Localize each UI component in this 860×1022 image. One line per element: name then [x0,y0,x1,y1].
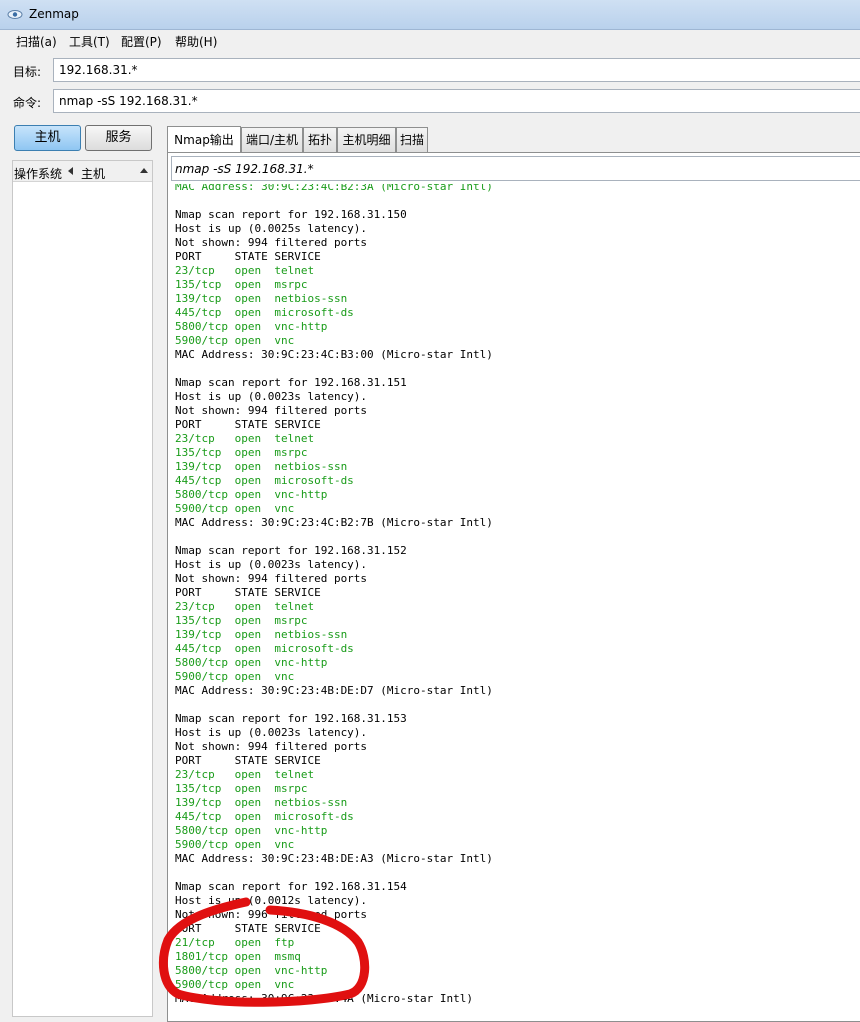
port-line: 445/tcp open microsoft-ds [175,474,354,487]
report-line: Nmap scan report for 192.168.31.150 [175,208,407,221]
port-line: 5800/tcp open vnc-http [175,824,328,837]
port-line: 445/tcp open microsoft-ds [175,306,354,319]
mac-line: MAC Address: 30:9C:23:4C:B2:7B (Micro-st… [175,516,493,529]
port-header-line: PORT STATE SERVICE [175,754,321,767]
column-resize-left-icon [68,167,73,175]
mac-line: MAC Address: 30:9C:23:4B:DE:A3 (Micro-st… [175,852,493,865]
output-line-top: MAC Address: 30:9C:23:4C:B2:3A (Micro-st… [175,184,493,193]
not-shown-line: Not shown: 994 filtered ports [175,404,368,417]
menu-help[interactable]: 帮助(H) [173,33,219,50]
report-line: Nmap scan report for 192.168.31.152 [175,544,407,557]
port-line: 135/tcp open msrpc [175,782,308,795]
command-row: 命令: nmap -sS 192.168.31.* [0,86,860,116]
tab-nmap-output[interactable]: Nmap输出 [167,126,241,153]
port-line: 5800/tcp open vnc-http [175,964,328,977]
tab-scans[interactable]: 扫描 [396,127,428,153]
port-line: 445/tcp open microsoft-ds [175,810,354,823]
host-up-line: Host is up (0.0023s latency). [175,558,368,571]
host-up-line: Host is up (0.0025s latency). [175,222,368,235]
port-line: 5800/tcp open vnc-http [175,320,328,333]
sort-ascending-icon [140,168,148,173]
port-line: 445/tcp open microsoft-ds [175,642,354,655]
not-shown-line: Not shown: 994 filtered ports [175,236,368,249]
port-header-line: PORT STATE SERVICE [175,586,321,599]
report-line: Nmap scan report for 192.168.31.154 [175,880,407,893]
not-shown-line: Not shown: 994 filtered ports [175,572,368,585]
port-line: 139/tcp open netbios-ssn [175,460,348,473]
target-input[interactable]: 192.168.31.* [53,58,860,82]
port-line: 139/tcp open netbios-ssn [175,796,348,809]
mac-line: MAC Address: 30:9C:23:4C:B3:00 (Micro-st… [175,348,493,361]
not-shown-line: Not shown: 994 filtered ports [175,740,368,753]
port-line: 5900/tcp open vnc [175,838,295,851]
host-up-line: Host is up (0.0023s latency). [175,726,368,739]
port-header-line: PORT STATE SERVICE [175,418,321,431]
port-line: 23/tcp open telnet [175,432,315,445]
window-title: Zenmap [29,7,79,21]
port-line: 21/tcp open ftp [175,936,295,949]
tab-topology[interactable]: 拓扑 [303,127,337,153]
report-line: Nmap scan report for 192.168.31.153 [175,712,407,725]
output-command-selector[interactable]: nmap -sS 192.168.31.* [171,156,860,181]
nmap-output-text[interactable]: MAC Address: 30:9C:23:4C:B2:3A (Micro-st… [175,184,860,1022]
port-line: 23/tcp open telnet [175,600,315,613]
port-line: 135/tcp open msrpc [175,614,308,627]
host-up-line: Host is up (0.0012s latency). [175,894,368,907]
report-line: Nmap scan report for 192.168.31.151 [175,376,407,389]
os-column-header[interactable]: 操作系统 [14,165,62,182]
menu-profile[interactable]: 配置(P) [119,33,164,50]
services-view-button[interactable]: 服务 [85,125,152,151]
menu-scan[interactable]: 扫描(a) [14,33,59,50]
port-line: 1801/tcp open msmq [175,950,301,963]
port-line: 5900/tcp open vnc [175,670,295,683]
menu-tools[interactable]: 工具(T) [67,33,112,50]
menu-bar: 扫描(a) 工具(T) 配置(P) 帮助(H) [0,30,860,52]
target-row: 目标: 192.168.31.* [0,55,860,85]
tab-host-details[interactable]: 主机明细 [337,127,396,153]
port-line: 5900/tcp open vnc [175,978,295,991]
host-column-header[interactable]: 主机 [81,165,105,182]
port-line: 135/tcp open msrpc [175,278,308,291]
nmap-output-panel: nmap -sS 192.168.31.* MAC Address: 30:9C… [167,152,860,1022]
target-label: 目标: [13,65,42,79]
host-list-header: 操作系统 主机 [13,161,152,182]
hosts-view-button[interactable]: 主机 [14,125,81,151]
port-line: 5800/tcp open vnc-http [175,488,328,501]
title-bar: Zenmap [0,0,860,30]
port-line: 139/tcp open netbios-ssn [175,292,348,305]
mac-line: MAC Address: 30:9C:23:4B:DE:D7 (Micro-st… [175,684,493,697]
port-line: 5900/tcp open vnc [175,334,295,347]
not-shown-line: Not shown: 996 filtered ports [175,908,368,921]
port-line: 23/tcp open telnet [175,264,315,277]
port-line: 23/tcp open telnet [175,768,315,781]
zenmap-eye-icon [7,10,23,19]
command-input[interactable]: nmap -sS 192.168.31.* [53,89,860,113]
port-header-line: PORT STATE SERVICE [175,922,321,935]
command-label: 命令: [13,96,42,110]
port-line: 5900/tcp open vnc [175,502,295,515]
mac-line: MAC Address: 30:9C:23:4B:4A (Micro-star … [175,992,474,1005]
port-line: 139/tcp open netbios-ssn [175,628,348,641]
port-line: 5800/tcp open vnc-http [175,656,328,669]
host-list-panel: 操作系统 主机 [12,160,153,1017]
tab-ports-hosts[interactable]: 端口/主机 [241,127,303,153]
host-up-line: Host is up (0.0023s latency). [175,390,368,403]
port-header-line: PORT STATE SERVICE [175,250,321,263]
port-line: 135/tcp open msrpc [175,446,308,459]
